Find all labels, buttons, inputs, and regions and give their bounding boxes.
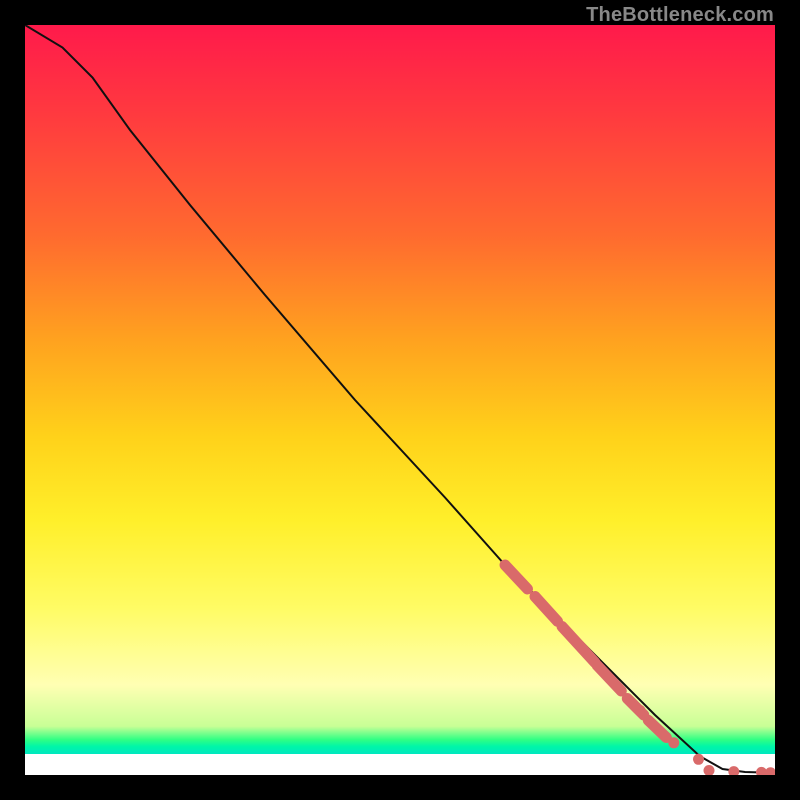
bottleneck-curve <box>25 25 775 773</box>
chart-overlay <box>25 25 775 775</box>
marker-segment <box>505 565 528 589</box>
marker-point <box>728 766 739 775</box>
marker-segment <box>562 627 595 663</box>
marker-point <box>704 765 715 775</box>
marker-segment <box>535 597 558 622</box>
chart-frame: TheBottleneck.com <box>0 0 800 800</box>
curve-layer <box>25 25 775 773</box>
marker-point <box>765 767 775 775</box>
marker-point <box>693 754 704 765</box>
attribution-watermark: TheBottleneck.com <box>586 4 774 27</box>
plot-area <box>25 25 775 775</box>
marker-point <box>635 705 646 716</box>
marker-point <box>668 737 679 748</box>
